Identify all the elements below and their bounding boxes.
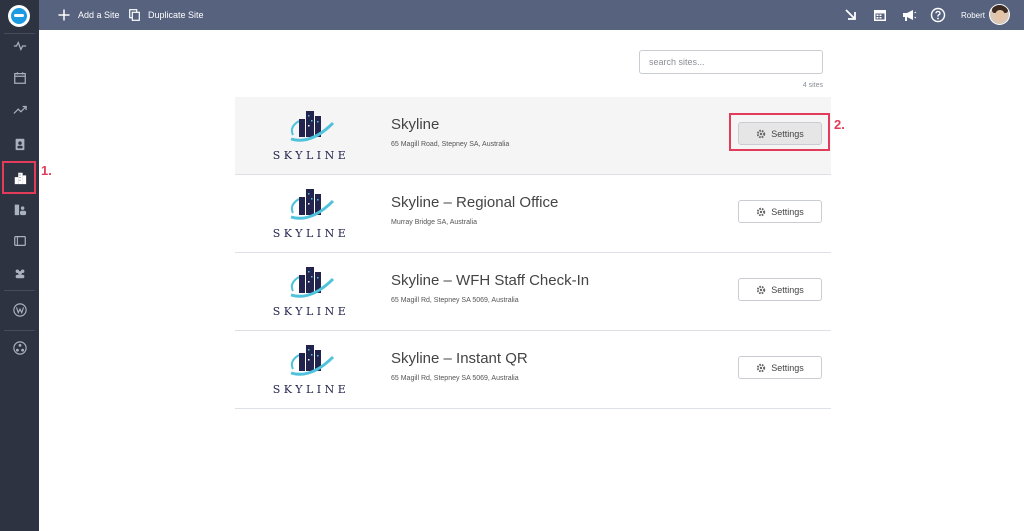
site-address: Murray Bridge SA, Australia <box>391 219 477 226</box>
help-icon[interactable] <box>930 7 946 23</box>
calendar-icon[interactable] <box>872 7 888 23</box>
skyline-logo: SKYLINE <box>261 261 361 321</box>
settings-button[interactable]: Settings <box>738 278 822 301</box>
user-name: Robert <box>961 10 986 20</box>
site-address: 65 Magill Rd, Stepney SA 5069, Australia <box>391 375 519 382</box>
add-site-button[interactable]: Add a Site <box>58 0 120 30</box>
skyline-building-logo-icon <box>290 111 335 142</box>
logo-text: SKYLINE <box>272 305 350 318</box>
user-building-icon[interactable] <box>0 198 39 220</box>
site-row: SKYLINE Skyline – WFH Staff Check-In 65 … <box>235 253 831 331</box>
site-row: SKYLINE Skyline – Regional Office Murray… <box>235 175 831 253</box>
site-row: SKYLINE Skyline – Instant QR 65 Magill R… <box>235 331 831 409</box>
sites-highlight-box <box>2 161 36 194</box>
megaphone-icon[interactable] <box>901 7 917 23</box>
step-2-annotation: 2. <box>834 117 845 132</box>
settings-label: Settings <box>771 206 804 217</box>
trending-up-icon[interactable] <box>0 99 39 121</box>
logo-text: SKYLINE <box>272 383 350 396</box>
site-name[interactable]: Skyline <box>391 116 439 133</box>
user-menu[interactable]: Robert <box>961 0 985 30</box>
site-name[interactable]: Skyline – Instant QR <box>391 350 528 367</box>
settings-label: Settings <box>771 284 804 295</box>
site-address: 65 Magill Rd, Stepney SA 5069, Australia <box>391 297 519 304</box>
skyline-logo: SKYLINE <box>261 105 361 165</box>
plus-icon <box>58 9 70 21</box>
arrow-down-right-icon[interactable] <box>843 7 859 23</box>
network-icon[interactable] <box>0 337 39 359</box>
avatar[interactable] <box>989 4 1010 25</box>
app-logo[interactable] <box>8 5 30 27</box>
gear-icon <box>757 363 766 372</box>
search-sites-input[interactable] <box>639 50 823 74</box>
site-address: 65 Magill Road, Stepney SA, Australia <box>391 141 510 148</box>
gear-icon <box>757 285 766 294</box>
skyline-logo: SKYLINE <box>261 339 361 399</box>
step-1-annotation: 1. <box>41 163 52 178</box>
activity-icon[interactable] <box>0 35 39 57</box>
logo-text: SKYLINE <box>272 227 350 240</box>
skyline-building-logo-icon <box>290 345 335 376</box>
clipboard-user-icon[interactable] <box>0 133 39 155</box>
settings-highlight-box <box>729 113 830 151</box>
top-toolbar: Add a Site Duplicate Site Robert <box>39 0 1024 30</box>
sidebar: 1. <box>0 0 52 531</box>
gear-icon <box>757 207 766 216</box>
w-badge-icon[interactable] <box>0 299 39 321</box>
calendar-icon[interactable] <box>0 67 39 89</box>
settings-button[interactable]: Settings <box>738 356 822 379</box>
duplicate-site-button[interactable]: Duplicate Site <box>129 0 204 30</box>
site-name[interactable]: Skyline – Regional Office <box>391 194 558 211</box>
skyline-building-logo-icon <box>290 267 335 298</box>
logo-text: SKYLINE <box>272 149 350 162</box>
settings-button[interactable]: Settings <box>738 200 822 223</box>
skyline-logo: SKYLINE <box>261 183 361 243</box>
sites-count: 4 sites <box>802 82 823 89</box>
settings-label: Settings <box>771 362 804 373</box>
sidebar-divider <box>4 330 35 331</box>
screen-icon[interactable] <box>0 230 39 252</box>
sidebar-divider <box>4 290 35 291</box>
add-site-label: Add a Site <box>78 10 120 20</box>
duplicate-icon <box>129 9 140 21</box>
skyline-building-logo-icon <box>290 189 335 220</box>
site-name[interactable]: Skyline – WFH Staff Check-In <box>391 272 589 289</box>
sidebar-divider <box>4 33 35 34</box>
duplicate-site-label: Duplicate Site <box>148 10 204 20</box>
users-group-icon[interactable] <box>0 262 39 284</box>
